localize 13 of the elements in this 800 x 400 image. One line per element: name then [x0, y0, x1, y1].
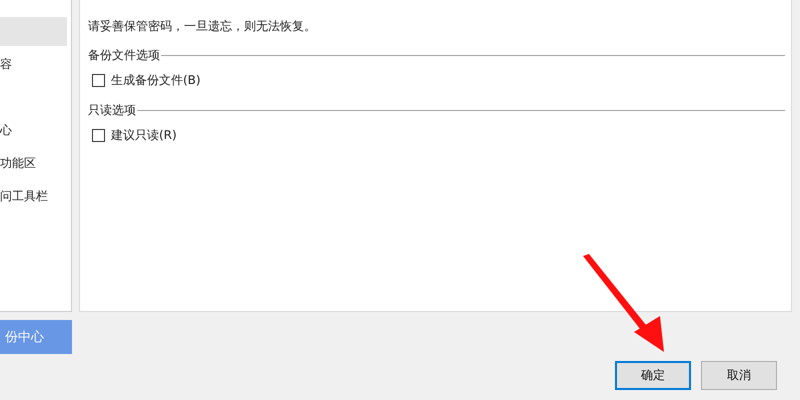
sidebar-item[interactable]: 容: [0, 50, 67, 79]
group-title: 备份文件选项: [88, 47, 160, 64]
ok-button[interactable]: 确定: [615, 361, 691, 390]
sidebar-item[interactable]: 功能区: [0, 149, 67, 178]
sidebar-item[interactable]: 心: [0, 116, 67, 145]
cancel-button[interactable]: 取消: [701, 361, 777, 390]
password-note: 请妥善保管密码，一旦遗忘，则无法恢复。: [88, 18, 317, 35]
checkbox-label[interactable]: 建议只读(R): [111, 127, 177, 144]
checkbox[interactable]: [92, 129, 105, 142]
checkbox[interactable]: [92, 74, 105, 87]
checkbox-label[interactable]: 生成备份文件(B): [111, 72, 201, 89]
group-title: 只读选项: [88, 102, 136, 119]
sidebar-item[interactable]: 问工具栏: [0, 182, 67, 211]
